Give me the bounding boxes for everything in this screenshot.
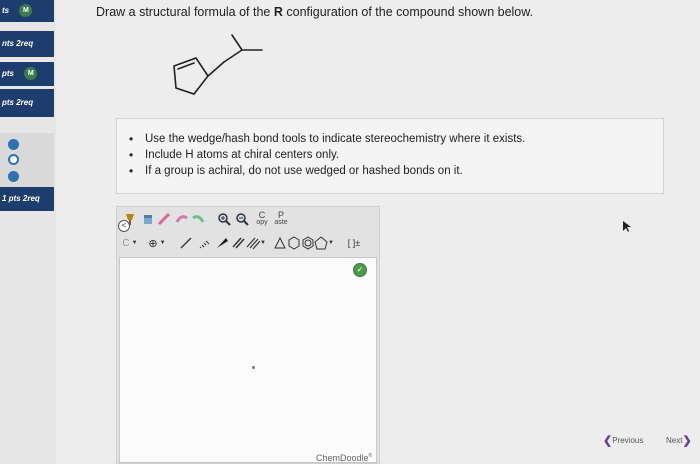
sidebar-item-1[interactable]: ts M (0, 0, 54, 22)
charge-dropdown[interactable]: ⊕ ▼ (145, 234, 169, 252)
question-panel: Draw a structural formula of the R confi… (56, 0, 700, 464)
cyclopentane-ring-dropdown[interactable]: ▼ (313, 234, 335, 252)
chemdoodle-brand: ChemDoodle® (316, 453, 372, 463)
question-text: Draw a structural formula of the R confi… (96, 5, 533, 19)
sidebar-item-label: 1 pts 2req (2, 194, 40, 203)
sidebar-item-label: ts (2, 6, 10, 15)
editor-toolbar-bottom: C ▼ ⊕ ▼ ▼ ▼ []± (117, 231, 381, 255)
instruction-item: Use the wedge/hash bond tools to indicat… (129, 131, 663, 147)
editor-toolbar-top: C opy P aste (117, 207, 381, 231)
sidebar-item-label: nts 2req (2, 39, 34, 48)
instruction-item: Include H atoms at chiral centers only. (129, 147, 663, 163)
chemdoodle-editor: C opy P aste C ▼ ⊕ ▼ ▼ ▼ []± ChemDoodle… (116, 206, 380, 464)
copy-label-bottom: opy (256, 219, 268, 226)
paste-label-top: P (277, 210, 284, 220)
sidebar-m-badge: M (19, 4, 33, 18)
chevron-left-icon: ❮ (603, 435, 613, 447)
sidebar-item-2[interactable]: nts 2req (0, 31, 54, 57)
radio-option-icon[interactable] (8, 154, 19, 165)
template-button-label: C (122, 237, 130, 249)
sidebar-item-label: pts 2req (2, 98, 34, 107)
sidebar-m-badge: M (24, 67, 38, 81)
instructions-box: Use the wedge/hash bond tools to indicat… (116, 118, 664, 194)
redo-icon[interactable] (189, 210, 207, 228)
question-bold: R (273, 5, 283, 19)
sidebar-item-5[interactable]: 1 pts 2req (0, 187, 54, 211)
bracket-label: [ ]± (347, 238, 361, 248)
chevron-down-icon: ▼ (131, 240, 138, 246)
question-prefix: Draw a structural formula of the (96, 5, 274, 19)
sidebar-answer-options (0, 133, 54, 187)
sidebar-item-3[interactable]: pts M (0, 62, 54, 86)
chevron-down-icon: ▼ (260, 240, 266, 246)
bracket-charge-button[interactable]: [ ]± (343, 234, 365, 252)
zoom-out-icon[interactable] (233, 210, 251, 228)
next-button[interactable]: Next❯ (666, 434, 692, 447)
question-sidebar: ts M nts 2req pts M pts 2req 1 pts 2req (0, 0, 56, 464)
next-label: Next (666, 436, 683, 445)
chevron-down-icon: ▼ (159, 240, 166, 246)
previous-label: Previous (612, 436, 644, 445)
paste-button[interactable]: P aste (273, 211, 289, 227)
lasso-icon[interactable] (155, 210, 173, 228)
question-suffix: configuration of the compound shown belo… (282, 5, 534, 19)
previous-button[interactable]: ❮Previous (603, 434, 643, 447)
hashed-bond-icon[interactable] (195, 234, 213, 252)
check-icon[interactable]: ✓ (353, 263, 367, 277)
zoom-in-icon[interactable] (215, 210, 233, 228)
brand-mark: ® (368, 453, 373, 459)
drawing-canvas[interactable]: ChemDoodle® (119, 257, 377, 463)
radio-option-icon[interactable] (8, 171, 19, 182)
sidebar-item-label: pts (2, 69, 14, 78)
charge-plus-icon: ⊕ (148, 237, 158, 250)
copy-button[interactable]: C opy (255, 211, 269, 227)
sidebar-item-4[interactable]: pts 2req (0, 89, 54, 117)
radio-option-icon[interactable] (8, 139, 19, 150)
instruction-item: If a group is achiral, do not use wedged… (129, 163, 663, 179)
compound-structure-image (173, 34, 263, 95)
mouse-cursor-icon (623, 221, 631, 232)
copy-label-top: C (258, 210, 266, 220)
chevron-down-icon: ▼ (328, 240, 334, 246)
triple-bond-dropdown[interactable]: ▼ (245, 234, 267, 252)
template-dropdown[interactable]: C ▼ (119, 234, 141, 252)
paste-label-bottom: aste (274, 219, 288, 226)
single-bond-icon[interactable] (177, 234, 195, 252)
brand-name: ChemDoodle (316, 453, 369, 463)
canvas-center-dot (252, 366, 255, 369)
chevron-right-icon: ❯ (682, 435, 692, 447)
chevron-left-icon[interactable]: < (118, 220, 130, 232)
